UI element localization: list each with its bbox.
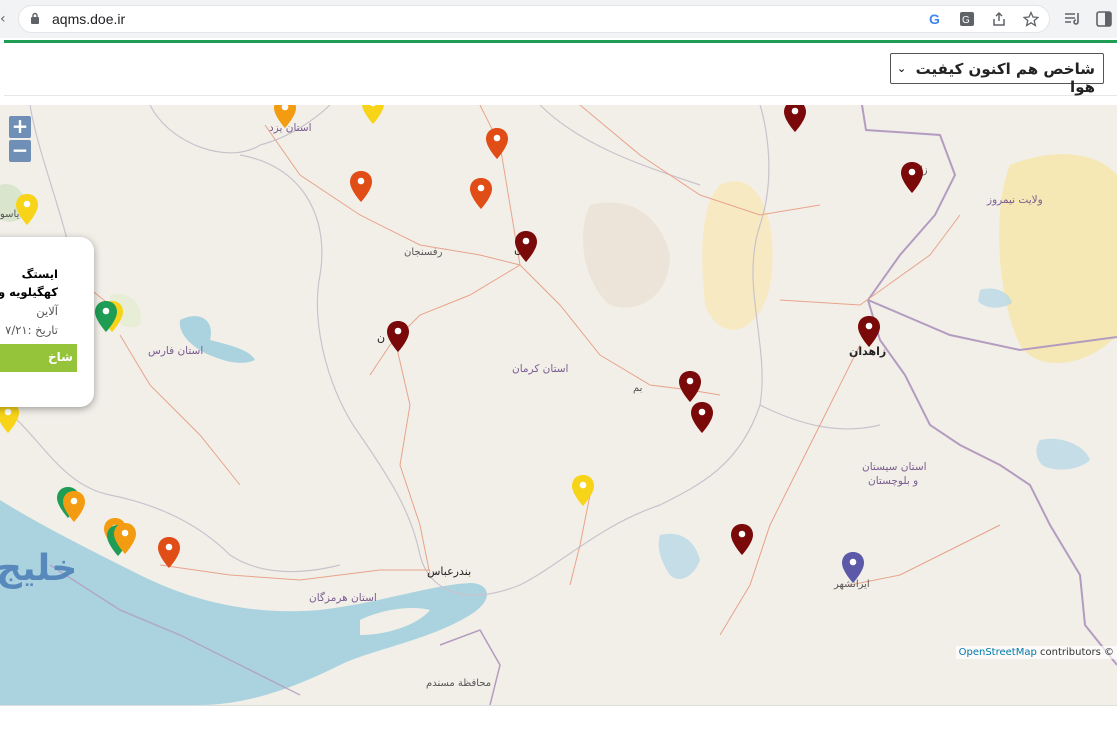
label-sistan-line2: و بلوچستان: [868, 475, 919, 487]
label-kerman-province: استان کرمان: [512, 363, 569, 375]
map[interactable]: + − استان یزد رفسنجان ن ن استان فارس است…: [0, 105, 1117, 705]
address-bar[interactable]: aqms.doe.ir G G: [18, 5, 1050, 33]
gulf-watermark: خلیج: [0, 548, 78, 589]
lock-icon: [31, 12, 39, 24]
label-iranshahr: ایرانشهر: [834, 579, 870, 590]
zoom-in-button[interactable]: +: [9, 116, 31, 138]
translate-icon[interactable]: G: [959, 11, 975, 27]
zoom-out-button[interactable]: −: [9, 140, 31, 162]
label-bam: بم: [633, 383, 643, 394]
popup-index-button[interactable]: شاخ: [0, 344, 77, 372]
url-text: aqms.doe.ir: [52, 11, 126, 27]
station-popup[interactable]: ایستگ کهگیلویه و بو آلاین تاریخ :۷/۲۱ شا…: [0, 237, 94, 407]
side-panel-icon[interactable]: [1096, 11, 1112, 27]
svg-text:G: G: [962, 15, 970, 26]
header-panel: شاخص هم اکنون کیفیت هوا ⌄: [4, 43, 1117, 96]
map-base: [0, 105, 1117, 705]
page-footer-strip: [0, 705, 1117, 738]
label-kerman-partial: ن: [514, 243, 523, 256]
back-icon[interactable]: ‹: [0, 11, 6, 27]
openstreetmap-link[interactable]: OpenStreetMap: [959, 647, 1037, 658]
attribution-text: contributors ©: [1036, 647, 1114, 658]
label-bandar-abbas: بندرعباس: [427, 565, 472, 578]
chevron-down-icon: ⌄: [897, 62, 907, 75]
browser-toolbar: ‹ aqms.doe.ir G G: [0, 0, 1117, 38]
air-quality-index-select[interactable]: شاخص هم اکنون کیفیت هوا ⌄: [890, 53, 1104, 96]
bookmark-star-icon[interactable]: [1023, 11, 1039, 27]
label-sistan-line1: استان سیستان: [862, 461, 927, 473]
label-nimruz: ولایت نیمروز: [987, 194, 1043, 206]
label-zahedan: زاهدان: [849, 345, 887, 358]
label-yazd-province: استان یزد: [269, 122, 312, 134]
label-sirjan-partial: ن: [377, 331, 386, 344]
label-yasuj-partial: یاسو: [0, 209, 20, 220]
popup-date: تاریخ :۷/۲۱: [5, 323, 58, 337]
label-musandam: محافظة مسندم: [426, 678, 492, 689]
popup-title-line2: کهگیلویه و بو: [0, 285, 58, 299]
svg-text:G: G: [929, 11, 940, 27]
popup-pollutant: آلاین: [36, 304, 58, 318]
google-icon[interactable]: G: [927, 11, 943, 27]
label-rafsanjan: رفسنجان: [404, 247, 443, 258]
share-icon[interactable]: [991, 11, 1007, 27]
reading-list-icon[interactable]: [1064, 11, 1082, 27]
popup-title-line1: ایستگ: [21, 267, 58, 281]
label-zabol-partial: زا: [920, 165, 928, 176]
map-attribution: OpenStreetMap contributors ©: [955, 646, 1117, 659]
select-value: شاخص هم اکنون کیفیت هوا: [915, 60, 1095, 96]
label-hormozgan: استان هرمزگان: [309, 592, 377, 604]
label-fars-province: استان فارس: [148, 345, 204, 357]
